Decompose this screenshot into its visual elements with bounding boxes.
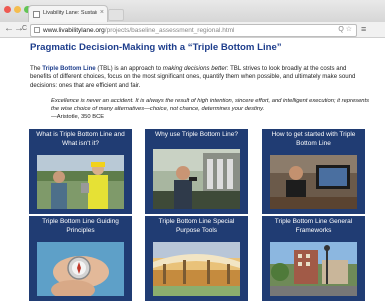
computer-user-photo [270,155,357,209]
tab-close-icon[interactable]: × [100,9,104,16]
browser-toolbar: ← → C www.livabilitylane.org/projects/ba… [0,22,385,38]
tile-title: How to get started with Triple Bottom Li… [271,131,356,147]
tile-special-purpose-tools[interactable]: Triple Bottom Line Special Purpose Tools [145,216,248,301]
intro-paragraph: The Triple Bottom Line (TBL) is an appro… [30,65,368,90]
browser-tab[interactable]: Livability Lane: Sustainability ... × [28,5,108,23]
workers-photo [37,155,124,209]
reload-icon[interactable]: C [22,23,27,35]
intro-lead: The [30,65,43,72]
browser-titlebar: Livability Lane: Sustainability ... × [0,0,385,23]
city-street-photo [270,242,357,296]
new-tab-button[interactable] [108,9,124,21]
search-and-bookmark-icon[interactable]: Q ☆ [338,25,352,35]
quote-author: —Aristotle, 350 BCE [51,114,105,121]
url-text: www.livabilitylane.org/projects/baseline… [43,26,235,35]
tile-title: Triple Bottom Line General Frameworks [274,218,353,234]
tile-what-is-tbl[interactable]: What is Triple Bottom Line and What isn'… [29,129,132,214]
tile-title: Triple Bottom Line Guiding Principles [42,218,119,234]
tab-title: Livability Lane: Sustainability ... [43,10,97,16]
back-arrow-icon[interactable]: ← [4,23,14,35]
url-path: /projects/baseline_assessment_regional.h… [104,27,235,34]
page-info-icon[interactable] [34,27,40,33]
close-window-button[interactable] [4,6,11,13]
tile-title: Why use Triple Bottom Line? [154,131,239,138]
compass-photo [37,242,124,296]
page-icon [33,11,40,18]
tile-title: Triple Bottom Line Special Purpose Tools [158,218,235,234]
menu-icon[interactable]: ≡ [361,24,366,34]
intro-strong: Triple Bottom Line [42,65,96,72]
tile-guiding-principles[interactable]: Triple Bottom Line Guiding Principles [29,216,132,301]
tile-title: What is Triple Bottom Line and What isn'… [36,131,125,147]
quote-text: Excellence is never an accident. It is a… [51,98,370,113]
tile-how-to-start[interactable]: How to get started with Triple Bottom Li… [262,129,365,214]
url-domain: www.livabilitylane.org [43,27,105,34]
tile-general-frameworks[interactable]: Triple Bottom Line General Frameworks [262,216,365,301]
tile-why-use-tbl[interactable]: Why use Triple Bottom Line? [145,129,248,214]
minimize-window-button[interactable] [14,6,21,13]
address-bar[interactable]: www.livabilitylane.org/projects/baseline… [30,24,357,37]
window-controls [4,6,31,13]
intro-mid: (TBL) is an approach to [95,65,163,72]
intro-emphasis: making decisions better [162,65,227,72]
speaker-photo [153,149,240,209]
aristotle-quote: Excellence is never an accident. It is a… [51,97,371,122]
page-title: Pragmatic Decision-Making with a “Triple… [30,42,282,53]
bridge-photo [153,242,240,296]
page-content: Pragmatic Decision-Making with a “Triple… [0,38,385,304]
